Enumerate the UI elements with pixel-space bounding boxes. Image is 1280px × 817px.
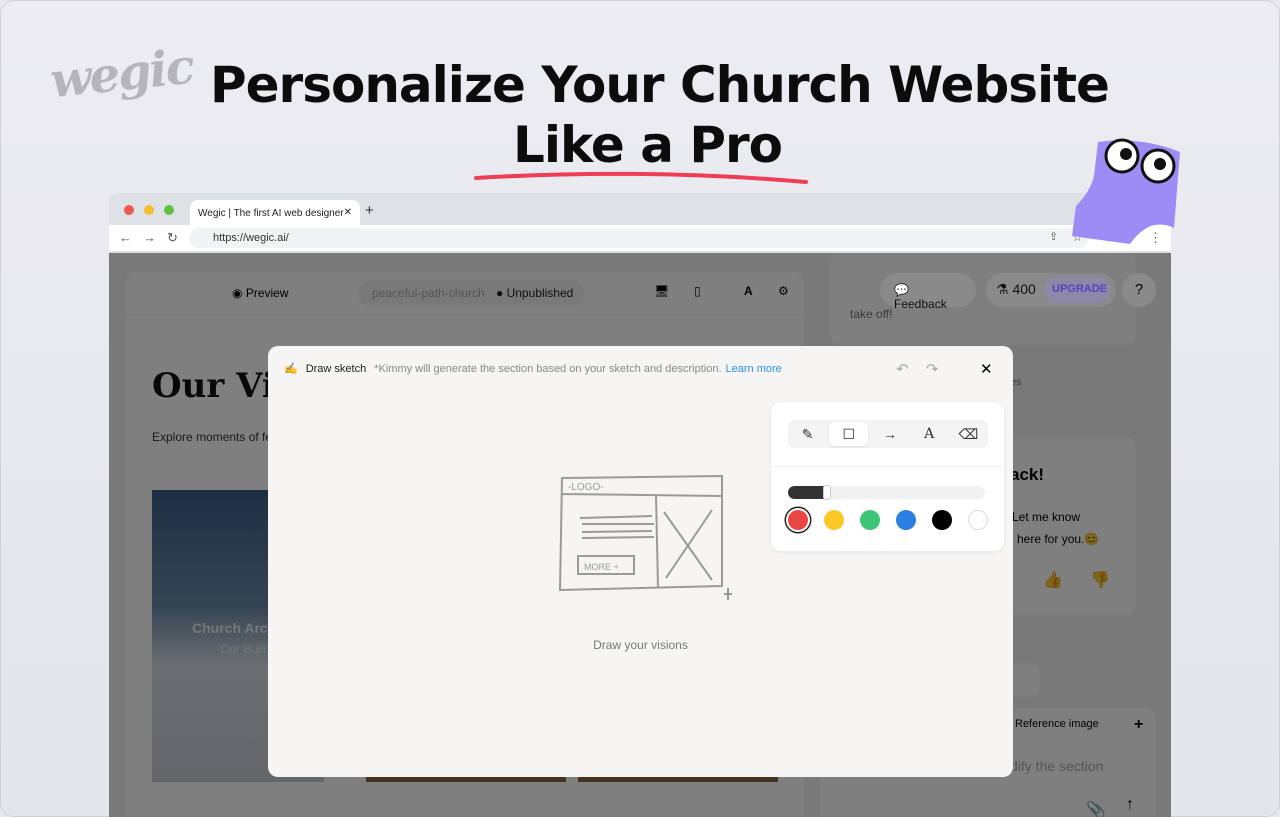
back-icon[interactable]: ← <box>119 230 132 245</box>
rectangle-icon[interactable]: ☐ <box>829 422 869 446</box>
dialog-header: ✍ Draw sketch *Kimmy will generate the s… <box>284 362 782 376</box>
arrow-icon[interactable]: → <box>870 420 909 448</box>
feedback-label: Feedback <box>894 297 947 311</box>
forward-icon[interactable]: → <box>143 230 156 245</box>
underline-stroke <box>474 171 808 184</box>
help-button[interactable]: ? <box>1122 273 1156 307</box>
slider-fill <box>788 486 828 499</box>
close-icon[interactable]: ✕ <box>980 360 993 378</box>
tool-group: ✎ ☐ → A ⌫ <box>788 420 988 448</box>
stroke-width-slider[interactable] <box>788 485 985 500</box>
learn-more-link[interactable]: Learn more <box>726 363 782 375</box>
feedback-button[interactable]: 💬 Feedback <box>880 273 976 311</box>
share-icon[interactable]: ⇪ <box>1049 230 1058 243</box>
redo-icon[interactable]: ↷ <box>926 360 939 378</box>
sketch-illustration: -LOGO- MORE + <box>558 474 732 600</box>
sketch-logo-text: -LOGO- <box>568 482 604 493</box>
url-text: https://wegic.ai/ <box>213 232 289 244</box>
divider <box>771 466 1004 467</box>
color-swatch[interactable] <box>896 510 916 530</box>
close-tab-icon[interactable]: ✕ <box>344 207 352 218</box>
kimmy-mascot <box>1072 138 1180 244</box>
sketch-button-text: MORE + <box>584 562 619 572</box>
tab-title: Wegic | The first AI web designer <box>198 208 344 219</box>
slider-handle[interactable] <box>823 485 832 500</box>
headline-line2: Like a Pro <box>513 116 783 174</box>
color-swatch[interactable] <box>860 510 880 530</box>
undo-icon[interactable]: ↶ <box>896 360 909 378</box>
new-tab-icon[interactable]: + <box>365 202 374 219</box>
text-icon[interactable]: A <box>910 420 949 448</box>
credits-count: 400 <box>1012 281 1036 297</box>
pencil-icon[interactable]: ✎ <box>788 420 827 448</box>
drawing-toolbar: ✎ ☐ → A ⌫ <box>771 402 1004 551</box>
color-swatch[interactable] <box>932 510 952 530</box>
color-swatch[interactable] <box>824 510 844 530</box>
url-input[interactable]: https://wegic.ai/ <box>189 228 1089 248</box>
color-swatch[interactable] <box>788 510 808 530</box>
credits-pill: ⚗ 400 UPGRADE <box>986 273 1116 307</box>
headline: Personalize Your Church Website <box>210 56 1110 114</box>
dialog-hint: *Kimmy will generate the section based o… <box>374 362 722 375</box>
empty-canvas-text: Draw your visions <box>593 638 688 652</box>
address-bar: ← → ↻ https://wegic.ai/ ⇪ ☆ ⋮ <box>109 225 1171 251</box>
browser-tab[interactable]: Wegic | The first AI web designer ✕ <box>190 200 360 226</box>
color-swatch[interactable] <box>968 510 988 530</box>
dialog-title: Draw sketch <box>305 362 367 375</box>
eraser-icon[interactable]: ⌫ <box>949 420 988 448</box>
reload-icon[interactable]: ↻ <box>167 230 178 246</box>
draw-sketch-dialog: ✍ Draw sketch *Kimmy will generate the s… <box>268 346 1013 777</box>
color-palette <box>788 510 988 530</box>
upgrade-button[interactable]: UPGRADE <box>1044 277 1110 303</box>
sketch-icon: ✍ <box>284 363 298 375</box>
